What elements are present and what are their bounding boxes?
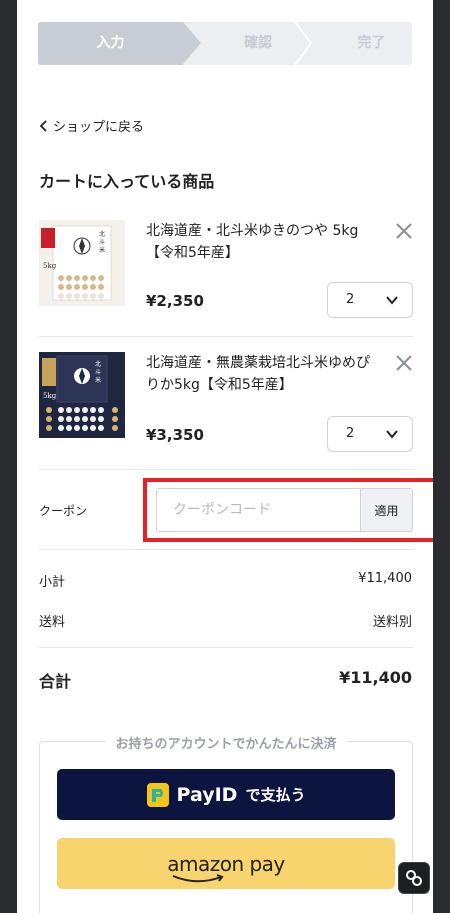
amazon-smile-icon [172,873,224,882]
quantity-select[interactable]: 2 [327,416,413,452]
subtotal-label: 小計 [39,575,66,590]
svg-text:5kg: 5kg [43,392,57,400]
cart-item: 北 斗 米 5kg 北海道産・北斗米ゆきのつや 5kg【令和5年産】 ¥2,35… [39,220,413,320]
payid-brand: PayID [176,783,238,806]
amazon-pay-label: amazon pay [167,851,285,876]
coupon-code-input[interactable] [157,489,361,531]
payid-button[interactable]: PayID で支払う [57,769,395,820]
remove-item-close-icon[interactable] [395,354,413,372]
amazon-pay-logo: amazon pay [167,851,285,882]
floating-link-button[interactable] [398,862,430,894]
chevron-down-icon [386,430,398,439]
chevron-down-icon [386,296,398,305]
checkout-panel: 入力 確認 完了 ショップに戻る カートに入っている商品 北 斗 米 5kg 北… [17,0,433,913]
coupon-apply-button[interactable]: 適用 [360,489,412,531]
remove-item-close-icon[interactable] [395,222,413,240]
step-input: 入力 [38,22,201,65]
product-price: ¥2,350 [146,292,204,310]
divider [39,549,413,550]
express-checkout: お持ちのアカウントでかんたんに決済 PayID で支払う amazon pay [39,733,413,913]
product-name[interactable]: 北海道産・無農薬栽培北斗米ゆめぴりか5kg【令和5年産】 [146,352,374,396]
product-image: 北 斗 米 5kg [39,220,125,306]
divider [39,647,413,648]
cart-title: カートに入っている商品 [39,172,215,191]
chevron-left-icon [39,119,47,132]
svg-text:米: 米 [99,246,105,254]
express-checkout-legend: お持ちのアカウントでかんたんに決済 [105,733,347,752]
shipping-value: 送料別 [372,615,412,630]
payid-logo-icon [146,782,169,807]
svg-text:5kg: 5kg [43,262,57,270]
product-name[interactable]: 北海道産・北斗米ゆきのつや 5kg【令和5年産】 [146,220,374,264]
checkout-stepper: 入力 確認 完了 [38,22,412,65]
link-icon [406,870,422,886]
payid-label: で支払う [245,786,306,804]
divider [39,336,413,337]
svg-text:斗: 斗 [95,369,101,376]
divider [39,469,413,470]
svg-text:米: 米 [95,376,101,384]
total-value: ¥11,400 [339,668,412,687]
amazon-pay-button[interactable]: amazon pay [57,838,395,889]
total-label: 合計 [39,672,72,691]
product-image: 北 斗 米 5kg [39,352,125,438]
back-to-shop-link[interactable]: ショップに戻る [39,116,144,135]
quantity-select[interactable]: 2 [327,282,413,318]
svg-text:斗: 斗 [99,239,105,246]
svg-text:北: 北 [95,360,101,368]
product-price: ¥3,350 [146,426,204,444]
coupon-field: 適用 [156,488,413,532]
coupon-label: クーポン [39,504,88,518]
step-separator-icon [293,22,313,65]
step-complete: 完了 [357,35,386,51]
subtotal-value: ¥11,400 [358,571,412,586]
back-link-label: ショップに戻る [53,120,145,135]
svg-text:北: 北 [99,230,105,238]
shipping-label: 送料 [39,615,66,630]
cart-item: 北 斗 米 5kg 北海道産・無農薬栽培北斗米ゆめぴりか5kg【令和5年産】 ¥… [39,352,413,452]
quantity-value: 2 [346,426,355,441]
quantity-value: 2 [346,292,355,307]
